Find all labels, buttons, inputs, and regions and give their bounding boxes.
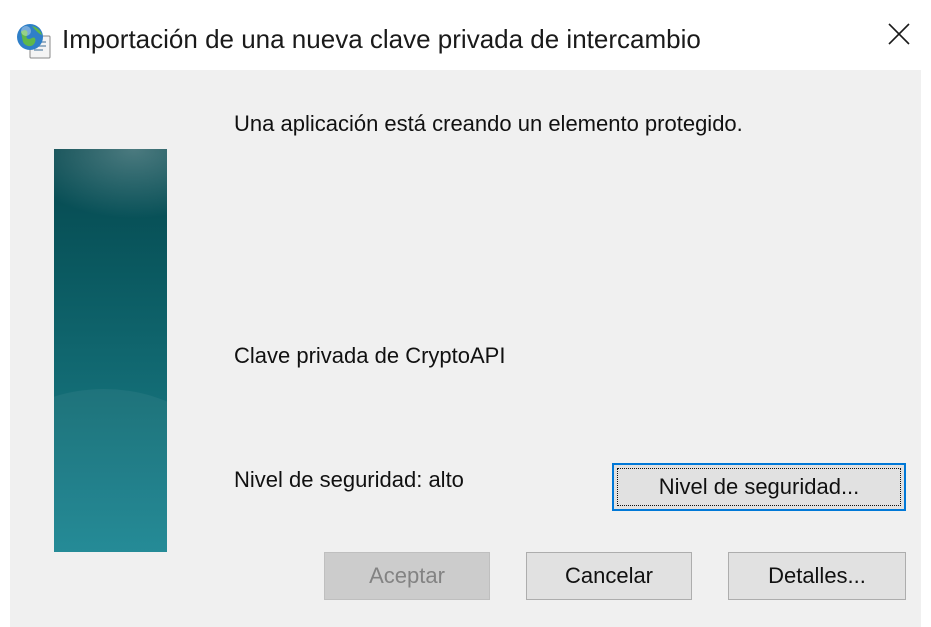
security-level-label: Nivel de seguridad: alto xyxy=(234,467,464,492)
close-icon xyxy=(888,22,910,50)
security-level-button[interactable]: Nivel de seguridad... xyxy=(612,463,906,511)
window-title: Importación de una nueva clave privada d… xyxy=(62,24,701,54)
cancel-button-label: Cancelar xyxy=(564,563,654,588)
details-button[interactable]: Detalles... xyxy=(728,552,906,600)
protected-item-name: Clave privada de CryptoAPI xyxy=(234,343,506,368)
dialog-body: Una aplicación está creando un elemento … xyxy=(10,70,921,627)
security-level-button-label: Nivel de seguridad... xyxy=(658,474,860,499)
details-button-label: Detalles... xyxy=(768,563,866,588)
message-text: Una aplicación está creando un elemento … xyxy=(234,111,743,136)
cancel-button[interactable]: Cancelar xyxy=(526,552,692,600)
decorative-side-panel xyxy=(54,149,167,552)
title-bar: Importación de una nueva clave privada d… xyxy=(0,0,931,70)
globe-certificate-icon xyxy=(15,22,53,60)
accept-button[interactable]: Aceptar xyxy=(324,552,490,600)
close-button[interactable] xyxy=(879,16,919,56)
accept-button-label: Aceptar xyxy=(369,563,445,588)
dialog-window: Importación de una nueva clave privada d… xyxy=(0,0,931,627)
